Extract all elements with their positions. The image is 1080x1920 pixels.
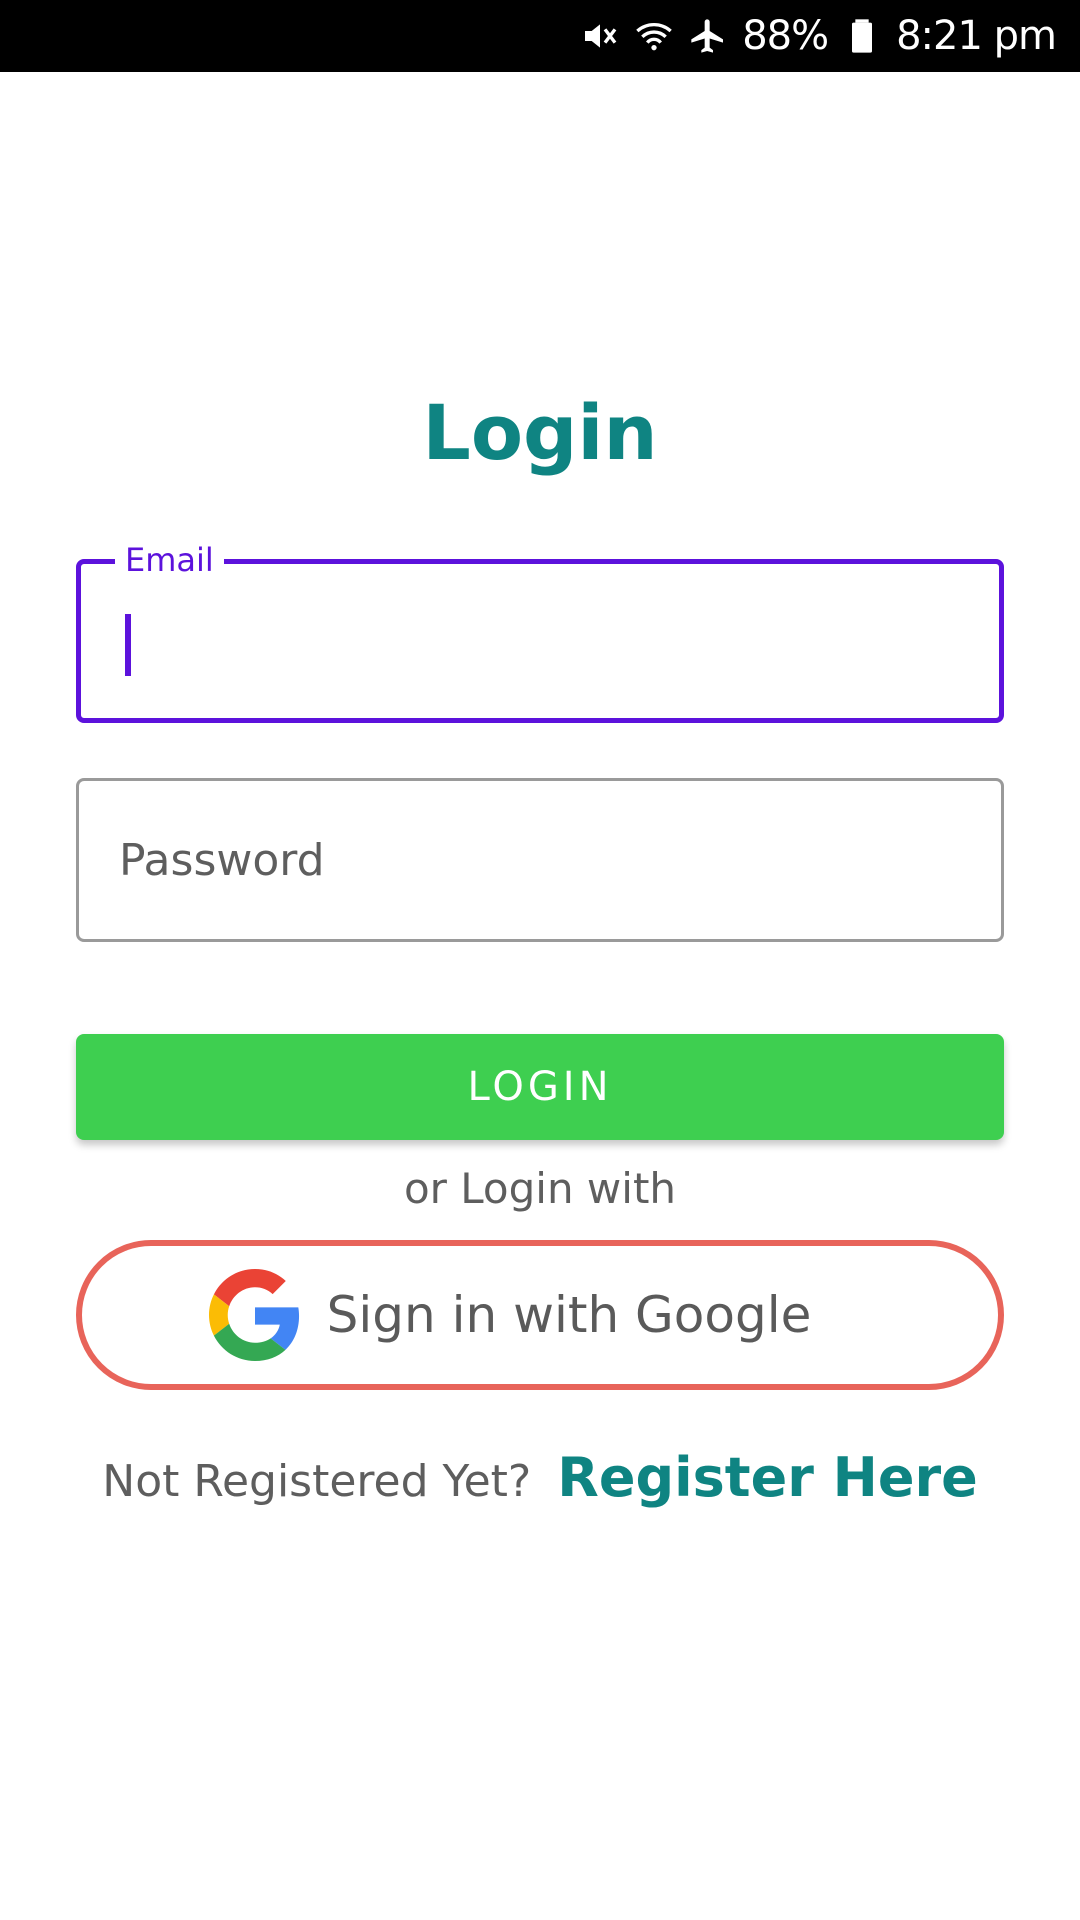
status-bar: 88% 8:21 pm [0, 0, 1080, 72]
mute-icon [585, 24, 617, 48]
alt-login-text: or Login with [403, 1164, 677, 1213]
register-row: Not Registered Yet? Register Here [0, 1446, 1080, 1509]
google-sign-in-button[interactable]: Sign in with Google [76, 1240, 1004, 1390]
email-input[interactable] [121, 564, 959, 718]
page-title: Login [422, 388, 658, 477]
register-link[interactable]: Register Here [557, 1446, 977, 1509]
wifi-icon [636, 23, 672, 51]
battery-icon [852, 19, 873, 53]
status-icons: 88% 8:21 pm [580, 0, 1057, 72]
battery-percent: 88% [742, 13, 829, 59]
email-field[interactable]: Email [76, 534, 1004, 723]
login-button[interactable]: LOGIN [76, 1034, 1004, 1140]
google-button-content: Sign in with Google [208, 1269, 812, 1361]
password-field[interactable] [76, 778, 1004, 942]
airplane-icon [691, 19, 724, 53]
google-button-label: Sign in with Google [326, 1286, 812, 1344]
clock: 8:21 pm [896, 13, 1057, 59]
google-logo-icon [208, 1269, 299, 1361]
password-input[interactable] [119, 781, 961, 939]
register-prompt: Not Registered Yet? [102, 1456, 532, 1507]
